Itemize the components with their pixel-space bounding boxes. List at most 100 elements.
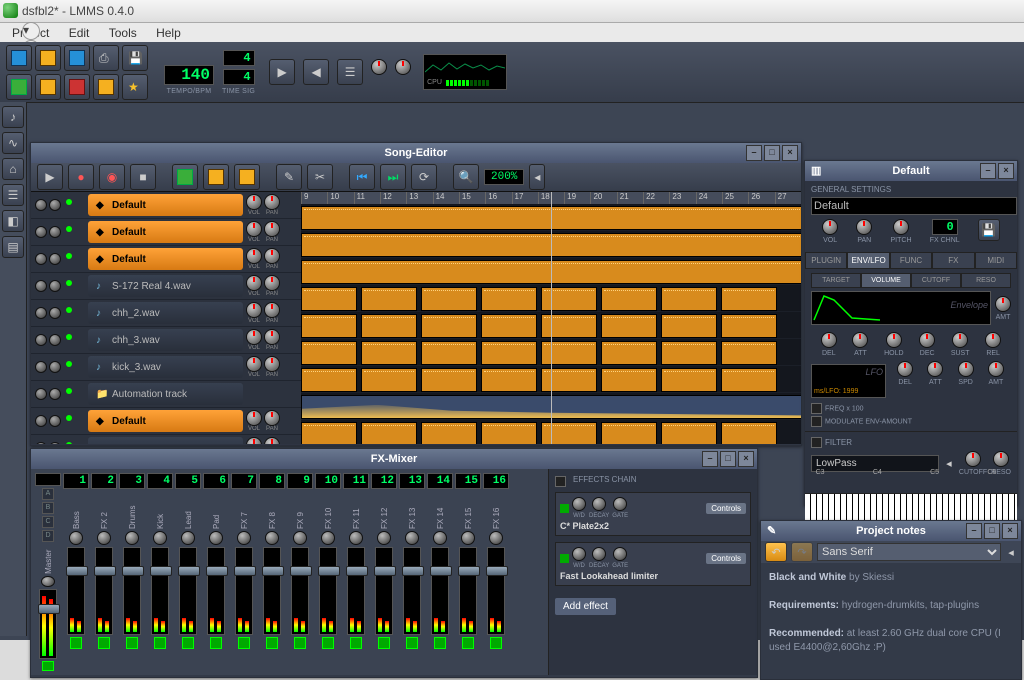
fx-strip[interactable]: 5 Lead xyxy=(175,473,201,671)
track-vol-knob[interactable] xyxy=(246,275,262,291)
pattern-clip[interactable] xyxy=(481,368,537,392)
close-icon[interactable]: × xyxy=(782,145,798,161)
track-pan-knob[interactable] xyxy=(264,194,280,210)
font-select[interactable]: Sans Serif xyxy=(817,543,1001,561)
pattern-clip[interactable] xyxy=(661,368,717,392)
track-pan-knob[interactable] xyxy=(264,302,280,318)
fx-send-knob[interactable] xyxy=(97,531,111,545)
fx-mute-button[interactable] xyxy=(378,637,390,649)
track-mute-button[interactable] xyxy=(35,253,47,265)
draw-mode-button[interactable]: ✎ xyxy=(276,164,302,190)
fx-mute-button[interactable] xyxy=(462,637,474,649)
samples-panel-button[interactable]: ∿ xyxy=(2,132,24,154)
fx-fader[interactable] xyxy=(263,547,281,635)
pattern-clip[interactable] xyxy=(421,314,477,338)
fx-mute-button[interactable] xyxy=(266,637,278,649)
track-action-button[interactable] xyxy=(49,307,61,319)
fx-strip-name[interactable]: Kick xyxy=(156,491,165,529)
undo-button[interactable]: ↶ xyxy=(765,542,787,562)
effect-enable-led[interactable] xyxy=(560,504,569,513)
track-header[interactable]: ♪S-172 Real 4.wav VOLPAN xyxy=(31,273,301,300)
minimize-icon[interactable]: – xyxy=(702,451,718,467)
send-letter-button[interactable]: D xyxy=(42,530,54,542)
instrument-tab[interactable]: MIDI xyxy=(975,252,1017,269)
song-editor-titlebar[interactable]: Song-Editor –□× xyxy=(31,143,801,163)
fx-strip-name[interactable]: Bass xyxy=(72,491,81,529)
cutoff-knob[interactable] xyxy=(965,451,981,467)
track-header[interactable]: 📁Automation track xyxy=(31,381,301,408)
fx-fader[interactable] xyxy=(291,547,309,635)
track-name[interactable]: 📁Automation track xyxy=(88,383,243,405)
effect-slot[interactable]: W/DDECAYGATE Controls Fast Lookahead lim… xyxy=(555,542,751,586)
lfo-display[interactable]: LFO ms/LFO: 1999 xyxy=(811,364,886,398)
fx-mute-button[interactable] xyxy=(210,637,222,649)
track-pan-knob[interactable] xyxy=(264,221,280,237)
notes-textarea[interactable]: Black and White by Skiessi Requirements:… xyxy=(761,563,1021,677)
playhead[interactable] xyxy=(551,192,552,444)
vol-knob[interactable] xyxy=(822,219,838,235)
fx-mute-button[interactable] xyxy=(406,637,418,649)
send-letter-button[interactable]: A xyxy=(42,488,54,500)
computer-panel-button[interactable]: ☰ xyxy=(2,184,24,206)
fx-fader[interactable] xyxy=(487,547,505,635)
track-header[interactable]: ♪chh_2.wav VOLPAN xyxy=(31,300,301,327)
instrument-titlebar[interactable]: ▥ Default –× xyxy=(805,161,1017,181)
fx-fader[interactable] xyxy=(235,547,253,635)
pattern-clip[interactable] xyxy=(301,314,357,338)
att-knob[interactable] xyxy=(852,332,868,348)
lfo-spd-knob[interactable] xyxy=(958,361,974,377)
fx-mute-button[interactable] xyxy=(42,661,54,671)
font-step-button[interactable]: ◂ xyxy=(1005,546,1017,559)
automation-editor-button[interactable] xyxy=(93,74,119,100)
loop-button[interactable]: ⟳ xyxy=(411,164,437,190)
minimize-icon[interactable]: – xyxy=(980,163,996,179)
pattern-clip[interactable] xyxy=(421,368,477,392)
track-vol-knob[interactable] xyxy=(246,329,262,345)
track-header[interactable]: ♪chh_3.wav VOLPAN xyxy=(31,327,301,354)
fx-strip-name[interactable]: Pad xyxy=(212,491,221,529)
effect-slot[interactable]: W/DDECAYGATE Controls C* Plate2x2 xyxy=(555,492,751,536)
fx-send-knob[interactable] xyxy=(349,531,363,545)
track-header[interactable]: ♪Snare_Reg_1a.wav VOLPAN xyxy=(31,435,301,444)
zoom-step-button[interactable]: ◂ xyxy=(529,164,545,190)
favorites-button[interactable]: ★ xyxy=(122,74,148,100)
track-name[interactable]: ♪chh_3.wav xyxy=(88,329,243,351)
pattern-clip[interactable] xyxy=(301,422,357,444)
pattern-clip[interactable] xyxy=(301,341,357,365)
fx-send-knob[interactable] xyxy=(321,531,335,545)
pattern-clip[interactable] xyxy=(661,287,717,311)
record-button[interactable]: ● xyxy=(68,164,94,190)
fx-mixer-button[interactable] xyxy=(64,74,90,100)
track-header[interactable]: ◆Default VOLPAN xyxy=(31,408,301,435)
minimize-icon[interactable]: – xyxy=(966,523,982,539)
fx-strip-name[interactable]: FX 15 xyxy=(464,491,473,529)
presets-panel-button[interactable]: ◧ xyxy=(2,210,24,232)
track-mute-button[interactable] xyxy=(35,280,47,292)
track-header[interactable]: ◆Default VOLPAN xyxy=(31,219,301,246)
fx-strip[interactable]: 7 FX 7 xyxy=(231,473,257,671)
effect-controls-button[interactable]: Controls xyxy=(706,553,746,564)
track-action-button[interactable] xyxy=(49,415,61,427)
pattern-clip[interactable] xyxy=(541,287,597,311)
track-action-button[interactable] xyxy=(49,253,61,265)
song-editor-button[interactable] xyxy=(6,74,32,100)
add-effect-button[interactable]: Add effect xyxy=(555,598,616,615)
new-project-button[interactable] xyxy=(6,45,32,71)
add-sample-button[interactable] xyxy=(203,164,229,190)
pitch-knob[interactable] xyxy=(893,219,909,235)
del-knob[interactable] xyxy=(821,332,837,348)
fx-fader[interactable] xyxy=(95,547,113,635)
save-project-button[interactable] xyxy=(64,45,90,71)
hq-button[interactable]: ▶ xyxy=(269,59,295,85)
fx-strip-name[interactable]: FX 9 xyxy=(296,491,305,529)
pattern-clip[interactable] xyxy=(361,287,417,311)
maximize-icon[interactable]: □ xyxy=(720,451,736,467)
fx-mixer-titlebar[interactable]: FX-Mixer –□× xyxy=(31,449,757,469)
instrument-tab[interactable]: FUNC xyxy=(890,252,932,269)
lfo-del-knob[interactable] xyxy=(897,361,913,377)
stop-button[interactable]: ■ xyxy=(130,164,156,190)
track-pan-knob[interactable] xyxy=(264,248,280,264)
pan-knob[interactable] xyxy=(856,219,872,235)
project-notes-titlebar[interactable]: ✎ Project notes –□× xyxy=(761,521,1021,541)
track-header[interactable]: ◆Default VOLPAN xyxy=(31,246,301,273)
